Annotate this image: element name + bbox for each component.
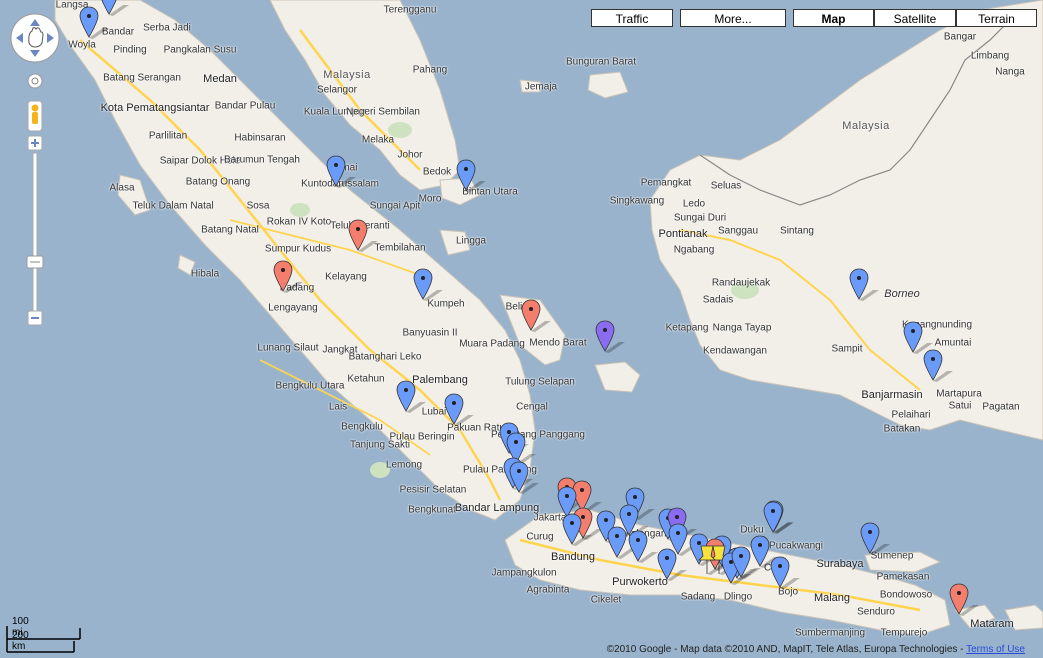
map-pin-icon <box>849 268 879 301</box>
map-pin-icon <box>607 526 637 559</box>
map-type-map-button[interactable]: Map <box>793 9 874 27</box>
marker-pakuan[interactable] <box>444 393 474 427</box>
map-pin-icon <box>101 0 129 16</box>
pan-control[interactable] <box>10 13 60 63</box>
more-button[interactable]: More... <box>680 9 786 27</box>
map-pin-icon <box>698 545 727 575</box>
map-pin-icon <box>273 260 303 293</box>
map-pin-icon <box>456 159 486 192</box>
map-pin-icon <box>923 349 953 382</box>
marker-bandung-2[interactable] <box>562 513 592 547</box>
scale-metric: 200 km <box>12 630 29 652</box>
map-pin-icon <box>562 513 592 546</box>
marker-aceh-2[interactable] <box>79 6 109 40</box>
marker-lubai[interactable] <box>396 380 426 414</box>
marker-padang[interactable] <box>273 260 303 294</box>
marker-semarang-3[interactable] <box>697 542 727 576</box>
map-pin-icon <box>750 535 780 568</box>
attribution: ©2010 Google - Map data ©2010 AND, MapIT… <box>607 644 1025 655</box>
map-pin-icon <box>521 299 551 332</box>
marker-kumpeh[interactable] <box>413 268 443 302</box>
map-pin-icon <box>770 556 800 589</box>
map-pin-icon <box>628 530 658 563</box>
map-pin-icon <box>326 155 356 188</box>
zoom-slider[interactable] <box>26 152 44 312</box>
map-pin-icon <box>949 583 979 616</box>
marker-bangka[interactable] <box>521 299 551 333</box>
navigation-control <box>10 13 62 338</box>
zoom-reset-button[interactable] <box>27 73 43 89</box>
map-type-terrain-button[interactable]: Terrain <box>956 9 1037 27</box>
marker-borneo-3[interactable] <box>923 349 953 383</box>
marker-java-4[interactable] <box>607 526 637 560</box>
traffic-button[interactable]: Traffic <box>591 9 673 27</box>
marker-bintan[interactable] <box>456 159 486 193</box>
marker-java-17[interactable] <box>770 556 800 590</box>
map-pin-icon <box>903 321 933 354</box>
zoom-out-button[interactable] <box>27 310 43 326</box>
marker-java-15[interactable] <box>750 535 780 569</box>
map-pin-icon <box>348 219 378 252</box>
map-pin-icon <box>668 523 698 556</box>
terms-of-use-link[interactable]: Terms of Use <box>966 644 1025 655</box>
map-pin-icon <box>860 522 890 555</box>
marker-java-14[interactable] <box>731 546 761 580</box>
marker-lampung-4[interactable] <box>509 461 539 495</box>
marker-belitung[interactable] <box>595 320 625 354</box>
map-pin-icon <box>79 6 109 39</box>
map-canvas[interactable]: Langsa Bandar Woyla Serba Jadi Pinding P… <box>0 0 1043 658</box>
attribution-text: ©2010 Google - Map data ©2010 AND, MapIT… <box>606 644 967 655</box>
map-pin-icon <box>509 461 539 494</box>
marker-pucakwangi[interactable] <box>763 501 793 535</box>
map-type-satellite-button[interactable]: Satellite <box>874 9 956 27</box>
map-pin-icon <box>396 380 426 413</box>
map-pin-icon <box>595 320 625 353</box>
marker-dumai[interactable] <box>326 155 356 189</box>
zoom-in-button[interactable] <box>27 135 43 151</box>
marker-aceh-1[interactable] <box>99 0 129 17</box>
marker-java-9[interactable] <box>668 523 698 557</box>
marker-borneo-2[interactable] <box>903 321 933 355</box>
map-pin-icon <box>731 546 761 579</box>
map-pin-icon <box>444 393 474 426</box>
marker-borneo-1[interactable] <box>849 268 879 302</box>
marker-tembilahan[interactable] <box>348 219 378 253</box>
map-pin-icon <box>763 501 793 534</box>
pegman-icon[interactable] <box>27 100 43 132</box>
marker-java-5[interactable] <box>628 530 658 564</box>
marker-mataram[interactable] <box>949 583 979 617</box>
marker-surabaya-east[interactable] <box>860 522 890 556</box>
map-pin-icon <box>413 268 443 301</box>
